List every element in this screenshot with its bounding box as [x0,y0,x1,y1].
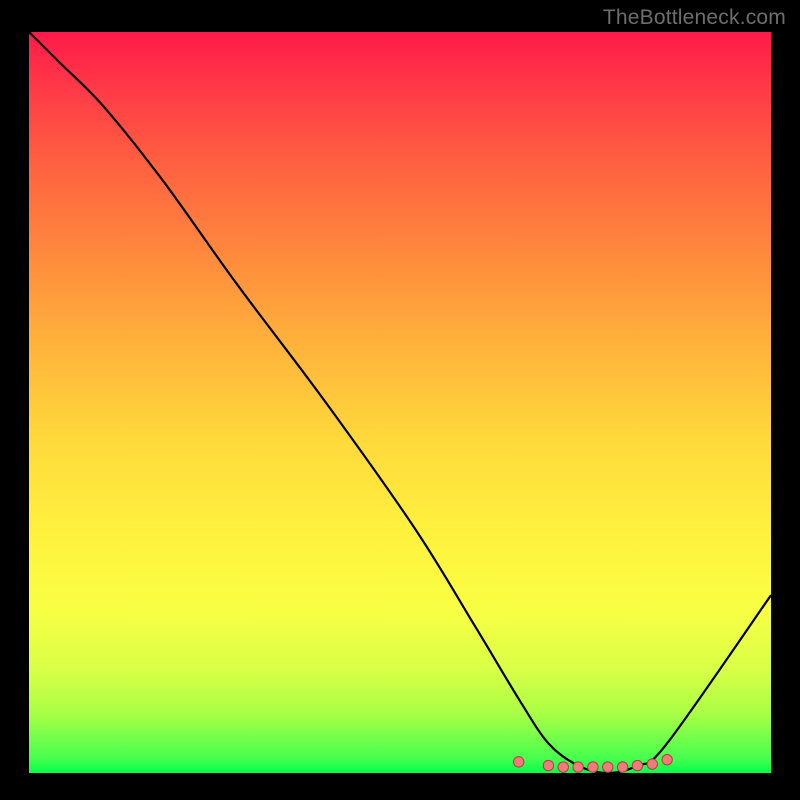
marker-group [514,754,673,772]
marker-dot [647,759,657,769]
marker-dot [543,760,553,770]
marker-dot [662,754,672,764]
attribution-text: TheBottleneck.com [603,6,786,30]
marker-dot [514,757,524,767]
marker-dot [617,762,627,772]
marker-dot [603,762,613,772]
marker-dot [588,762,598,772]
marker-dot [632,760,642,770]
chart-area [29,32,771,773]
marker-dot [573,762,583,772]
marker-dot [558,762,568,772]
bottleneck-curve [29,32,771,773]
